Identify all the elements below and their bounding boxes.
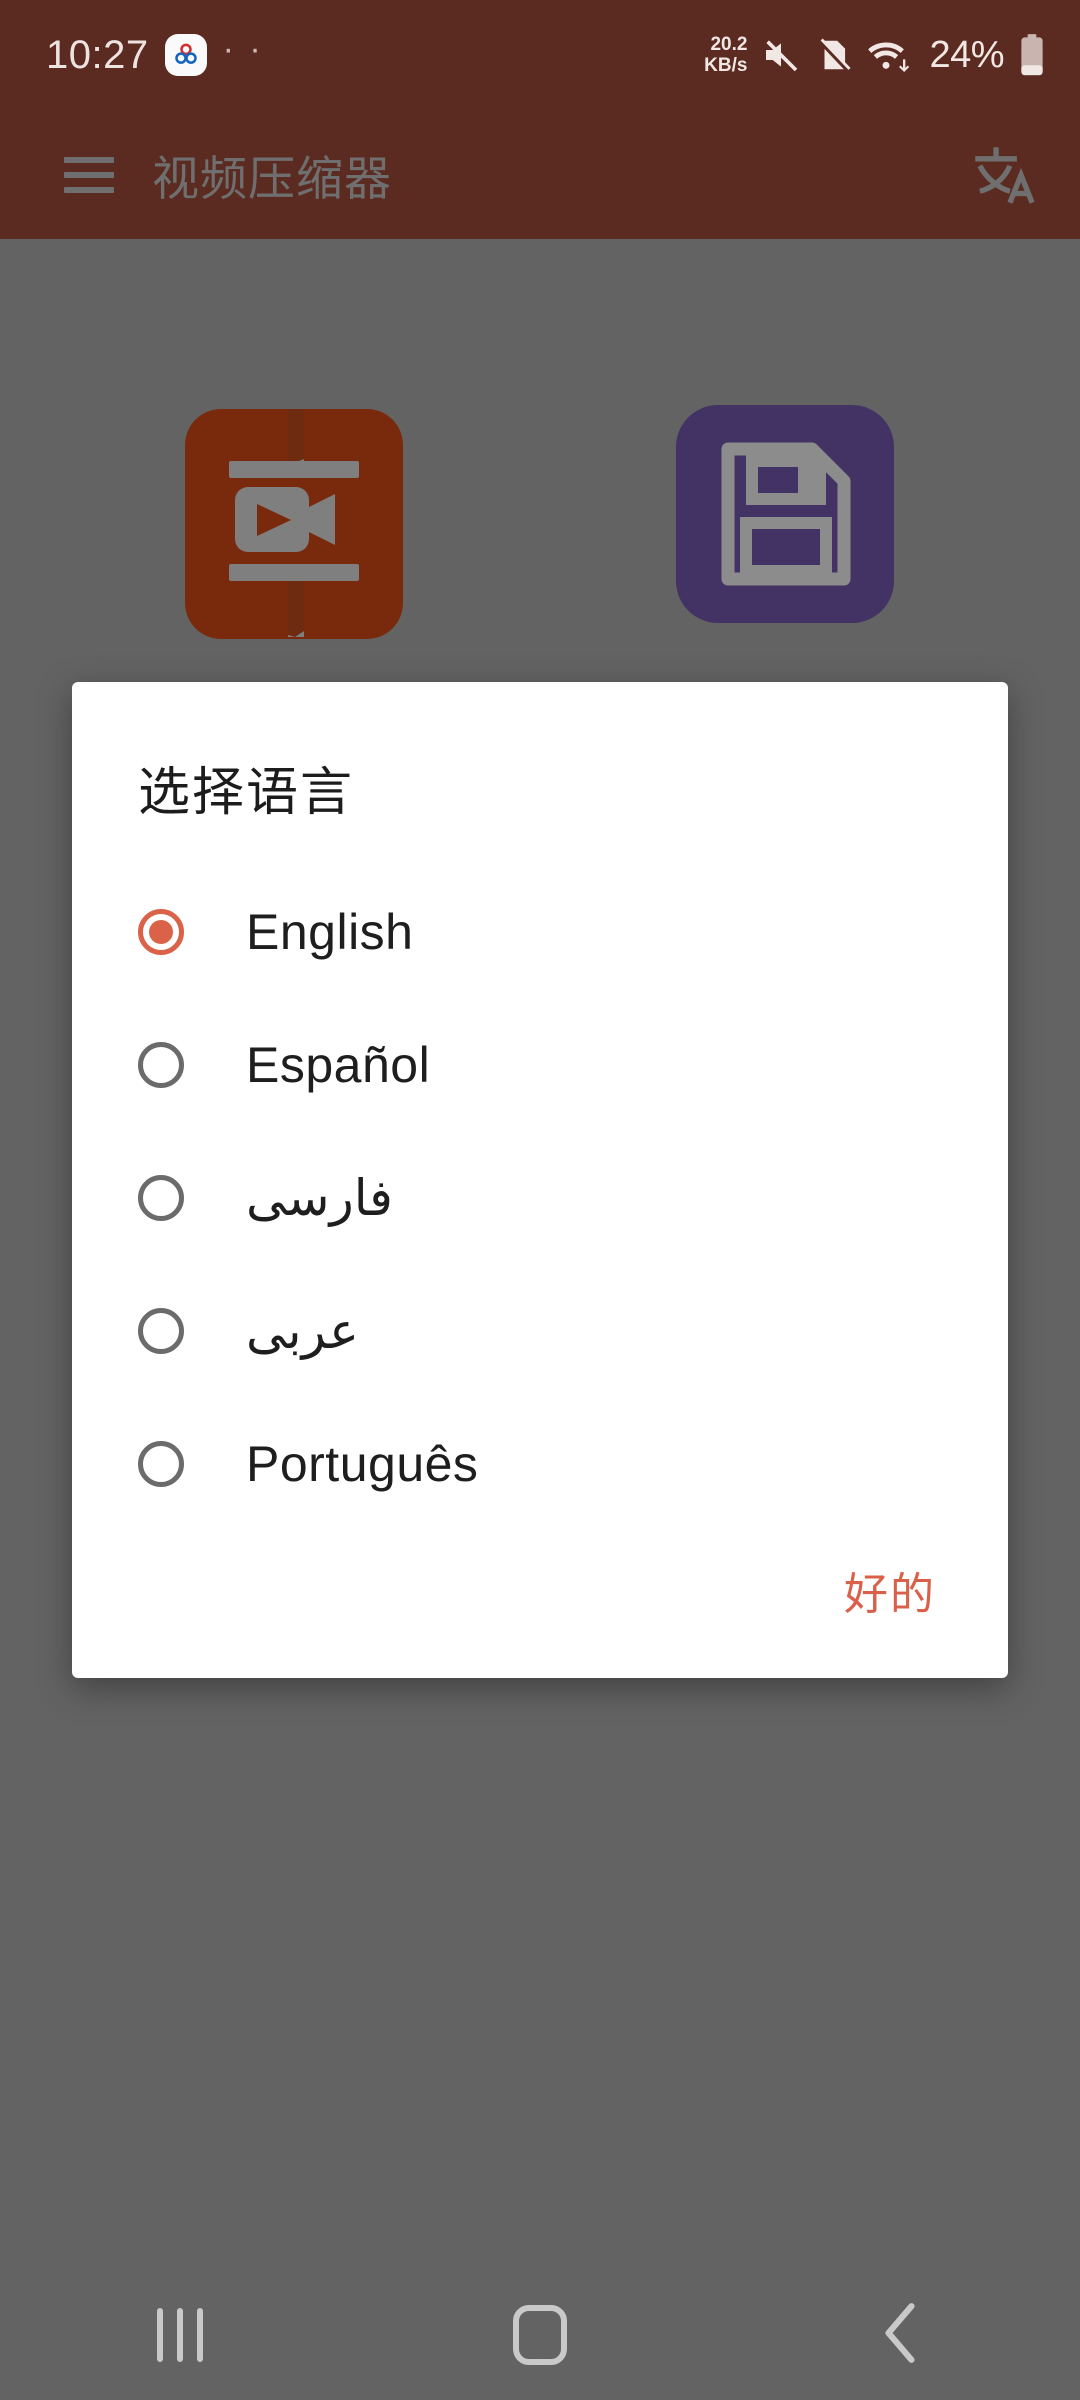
recent-apps-button[interactable] [110, 2270, 250, 2400]
radio-label: فارسی [246, 1169, 393, 1226]
radio-icon[interactable] [138, 1307, 184, 1354]
radio-option-portugues[interactable]: Português [72, 1397, 1008, 1530]
battery-percentage: 24% [929, 33, 1004, 76]
shortcut-video-compressor[interactable] [185, 409, 403, 639]
radio-option-farsi[interactable]: فارسی [72, 1131, 1008, 1264]
no-sim-icon [815, 36, 853, 74]
battery-low-icon [1018, 33, 1046, 77]
back-button[interactable] [830, 2270, 970, 2400]
page-title: 视频压缩器 [152, 152, 392, 205]
wifi-data-transfer-icon [867, 35, 915, 75]
home-button[interactable] [470, 2270, 610, 2400]
app-bar: 视频压缩器 [0, 110, 1080, 239]
status-bar-right: 20.2 KB/s 24% [704, 33, 1046, 77]
language-radio-group: English Español فارسی عربی Português [72, 865, 1008, 1534]
video-compress-icon [185, 409, 403, 639]
recent-apps-icon [157, 2308, 203, 2362]
phone-screen: 10:27 · · 20.2 KB/s 24% 视频压缩器 选择语言 Engli… [0, 0, 1080, 2400]
radio-label: English [246, 903, 414, 960]
volume-mute-icon [761, 35, 801, 75]
status-bar: 10:27 · · 20.2 KB/s 24% [0, 0, 1080, 110]
hamburger-menu-icon[interactable] [64, 156, 114, 193]
radio-label: عربی [246, 1302, 360, 1359]
network-speed-value: 20.2 [710, 34, 748, 55]
ok-button[interactable]: 好的 [828, 1548, 952, 1632]
radio-icon[interactable] [138, 1174, 184, 1221]
status-bar-left: 10:27 · · [46, 30, 264, 78]
radio-label: Español [246, 1036, 431, 1093]
back-chevron-icon [877, 2300, 923, 2371]
radio-label: Português [246, 1435, 479, 1492]
network-speed-indicator: 20.2 KB/s [704, 34, 747, 76]
radio-icon[interactable] [138, 908, 184, 955]
shortcut-save[interactable] [676, 405, 894, 623]
network-speed-unit: KB/s [704, 55, 748, 76]
radio-option-english[interactable]: English [72, 865, 1008, 998]
app-notification-icon [164, 34, 207, 76]
status-clock: 10:27 [46, 32, 149, 77]
translate-icon[interactable] [966, 138, 1040, 212]
floppy-disk-save-icon [676, 405, 894, 623]
home-icon [513, 2305, 567, 2365]
radio-icon[interactable] [138, 1440, 184, 1487]
dialog-title: 选择语言 [138, 764, 355, 822]
dialog-actions: 好的 [72, 1534, 1008, 1678]
language-selection-dialog: 选择语言 English Español فارسی عربی Portuguê… [72, 682, 1008, 1678]
radio-option-espanol[interactable]: Español [72, 998, 1008, 1131]
radio-icon[interactable] [138, 1041, 184, 1088]
notification-overflow-dots: · · [222, 30, 264, 68]
radio-option-arabic[interactable]: عربی [72, 1264, 1008, 1397]
system-navigation-bar [0, 2270, 1080, 2400]
